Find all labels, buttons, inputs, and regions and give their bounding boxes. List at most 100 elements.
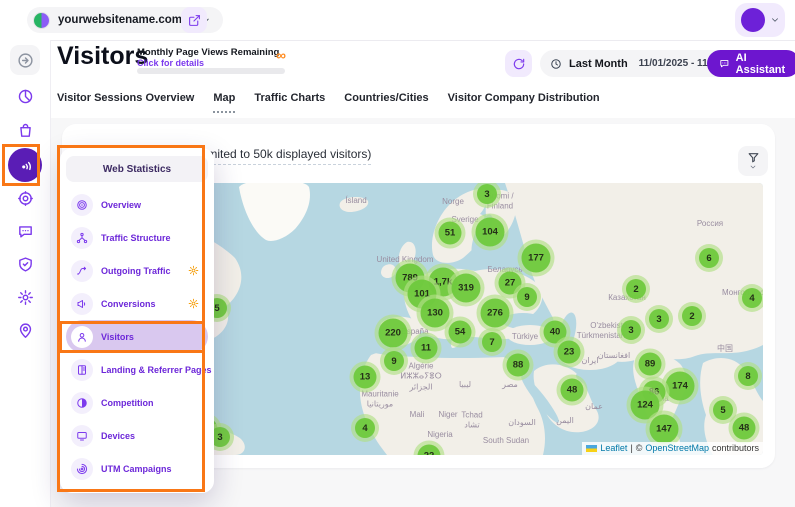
ukraine-flag-icon — [586, 445, 597, 452]
web-statistics-icon — [17, 157, 34, 174]
date-preset-label: Last Month — [569, 58, 628, 70]
page-views-title: Monthly Page Views Remaining — [137, 47, 279, 58]
cluster-count: 3 — [649, 309, 669, 329]
menu-item-label: Visitors — [101, 332, 134, 342]
visitor-cluster-marker[interactable]: 104 — [472, 214, 509, 251]
refresh-button[interactable] — [505, 50, 532, 77]
menu-title: Web Statistics — [66, 156, 208, 182]
cluster-count: 319 — [452, 274, 481, 303]
cluster-count: 48 — [561, 379, 584, 402]
visitor-cluster-marker[interactable]: 177 — [518, 240, 555, 277]
sidebar-item-expand-sidebar[interactable] — [10, 45, 40, 75]
cluster-count: 8 — [738, 366, 758, 386]
visitor-cluster-marker[interactable]: 7 — [478, 328, 506, 356]
cluster-count: 2 — [626, 279, 646, 299]
visitor-cluster-marker[interactable]: 54 — [445, 317, 476, 348]
sidebar-item-settings[interactable] — [10, 282, 40, 312]
visitor-cluster-marker[interactable]: 3 — [645, 305, 673, 333]
cluster-count: 4 — [742, 288, 762, 308]
tab-traffic-charts[interactable]: Traffic Charts — [254, 92, 325, 113]
landing-icon — [71, 359, 93, 381]
cluster-count: 22 — [418, 445, 441, 456]
visitor-cluster-marker[interactable]: 88 — [503, 350, 534, 381]
tab-countries-cities[interactable]: Countries/Cities — [344, 92, 428, 113]
copyright-symbol: © — [636, 443, 643, 453]
visitor-cluster-marker[interactable]: 4 — [738, 284, 763, 312]
analytics-icon — [17, 88, 34, 105]
structure-icon — [71, 227, 93, 249]
visitor-cluster-marker[interactable]: 89 — [635, 349, 666, 380]
menu-item-label: Landing & Referrer Pages — [101, 365, 212, 375]
cluster-count: 174 — [666, 372, 695, 401]
menu-item-competition[interactable]: Competition — [66, 386, 208, 419]
menu-item-traffic-structure[interactable]: Traffic Structure — [66, 221, 208, 254]
page-views-details-link[interactable]: Click for details — [137, 58, 204, 68]
sidebar-item-location[interactable] — [10, 315, 40, 345]
menu-item-utm-campaigns[interactable]: UTM Campaigns — [66, 452, 208, 485]
visitor-cluster-marker[interactable]: 2 — [622, 275, 650, 303]
account-menu[interactable] — [735, 3, 785, 37]
visitor-cluster-marker[interactable]: 13 — [350, 362, 381, 393]
chat-bubble-icon — [719, 57, 730, 70]
menu-item-outgoing-traffic[interactable]: Outgoing Traffic — [66, 254, 208, 287]
visitor-cluster-marker[interactable]: 48 — [729, 413, 760, 444]
overview-icon — [71, 194, 93, 216]
cluster-count: 48 — [733, 417, 756, 440]
osm-link[interactable]: OpenStreetMap — [645, 443, 709, 453]
web-statistics-menu: Web Statistics OverviewTraffic Structure… — [60, 148, 214, 493]
visitor-cluster-marker[interactable]: 2 — [678, 302, 706, 330]
cluster-count: 3 — [621, 320, 641, 340]
sidebar-item-audience[interactable] — [10, 183, 40, 213]
topbar: yourwebsitename.com — [0, 0, 795, 41]
sidebar-item-security[interactable] — [10, 249, 40, 279]
refresh-icon — [512, 57, 526, 71]
visitor-cluster-marker[interactable]: 4 — [351, 414, 379, 442]
menu-item-visitors[interactable]: Visitors — [66, 320, 208, 353]
cluster-count: 89 — [639, 353, 662, 376]
cluster-count: 2 — [682, 306, 702, 326]
sidebar-item-chat[interactable] — [10, 216, 40, 246]
page-views-remaining-value: ∞ — [276, 47, 286, 63]
visitor-cluster-marker[interactable]: 9 — [380, 347, 408, 375]
leaflet-link[interactable]: Leaflet — [600, 443, 627, 453]
ai-assistant-button[interactable]: AI Assistant — [707, 50, 795, 77]
menu-item-landing-referrer-pages[interactable]: Landing & Referrer Pages — [66, 353, 208, 386]
location-icon — [17, 322, 34, 339]
menu-item-devices[interactable]: Devices — [66, 419, 208, 452]
site-name: yourwebsitename.com — [58, 14, 182, 26]
devices-icon — [71, 425, 93, 447]
chevron-down-icon — [749, 163, 757, 171]
settings-icon — [17, 289, 34, 306]
visitor-cluster-marker[interactable]: 220 — [375, 315, 412, 352]
page-title: Visitors — [57, 42, 148, 71]
open-site-button[interactable] — [181, 7, 207, 33]
menu-item-conversions[interactable]: Conversions — [66, 287, 208, 320]
menu-item-label: UTM Campaigns — [101, 464, 172, 474]
visitor-cluster-marker[interactable]: 48 — [557, 375, 588, 406]
filter-button[interactable] — [738, 146, 768, 176]
visitor-cluster-marker[interactable]: 11 — [411, 333, 442, 364]
sidebar-item-web-statistics[interactable] — [8, 148, 42, 182]
sidebar-rail — [0, 40, 51, 507]
tab-visitor-sessions-overview[interactable]: Visitor Sessions Overview — [57, 92, 194, 113]
cluster-count: 9 — [517, 287, 537, 307]
visitor-cluster-marker[interactable]: 8 — [734, 362, 762, 390]
audience-icon — [17, 190, 34, 207]
sidebar-item-orders[interactable] — [10, 115, 40, 145]
visitor-cluster-marker[interactable]: 6 — [695, 244, 723, 272]
visitor-cluster-marker[interactable]: 51 — [435, 218, 466, 249]
cluster-count: 9 — [384, 351, 404, 371]
sidebar-item-analytics[interactable] — [10, 81, 40, 111]
cluster-count: 177 — [522, 244, 551, 273]
visitor-cluster-marker[interactable]: 3 — [617, 316, 645, 344]
visitor-cluster-marker[interactable]: 9 — [513, 283, 541, 311]
addon-gear-icon — [188, 265, 199, 276]
menu-item-overview[interactable]: Overview — [66, 188, 208, 221]
visitor-cluster-marker[interactable]: 319 — [448, 270, 485, 307]
ai-assistant-label: AI Assistant — [736, 52, 788, 76]
visitor-cluster-marker[interactable]: 276 — [477, 295, 514, 332]
visitor-cluster-marker[interactable]: 23 — [554, 337, 585, 368]
tab-map[interactable]: Map — [213, 92, 235, 113]
tab-visitor-company-distribution[interactable]: Visitor Company Distribution — [448, 92, 600, 113]
addon-gear-icon — [188, 298, 199, 309]
